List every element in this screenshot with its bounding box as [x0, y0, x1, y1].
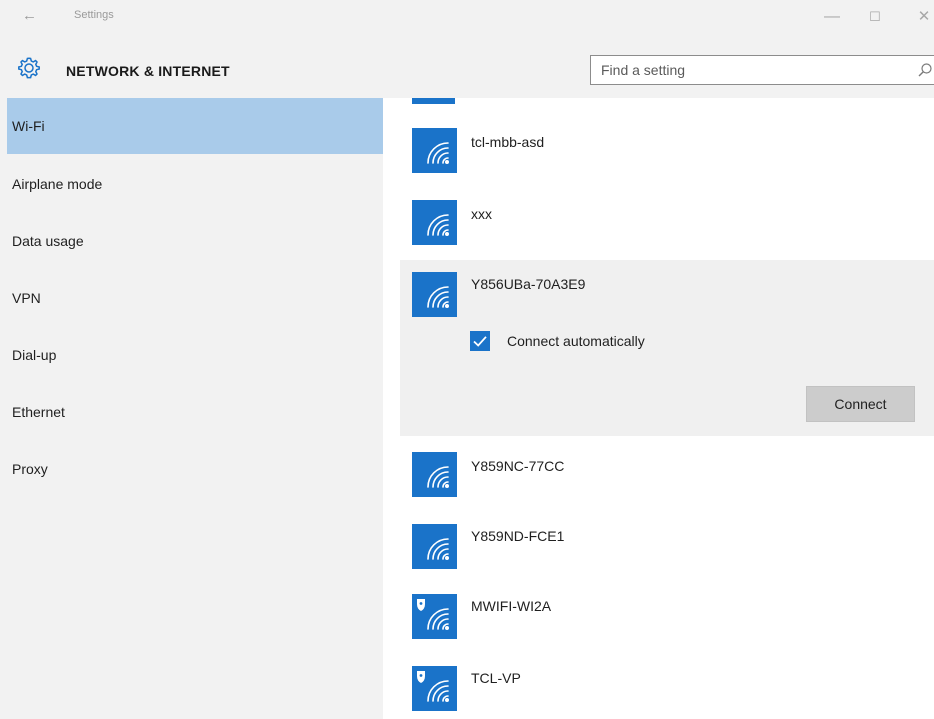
checkmark-icon — [473, 336, 487, 347]
search-icon[interactable] — [917, 62, 933, 78]
connect-automatically-checkbox[interactable] — [470, 331, 490, 351]
network-name: Y856UBa-70A3E9 — [471, 276, 586, 292]
wifi-secured-icon — [412, 666, 457, 711]
wifi-signal-icon — [412, 272, 457, 317]
settings-window: ← Settings — ☐ ✕ NETWORK & INTERNET Wi-F… — [0, 0, 934, 719]
network-name: xxx — [471, 206, 492, 222]
network-name: Y859NC-77CC — [471, 458, 565, 474]
network-item[interactable]: Y859ND-FCE1 — [400, 512, 934, 584]
sidebar-item-proxy[interactable]: Proxy — [7, 441, 383, 497]
connect-button[interactable]: Connect — [806, 386, 915, 422]
back-arrow-icon[interactable]: ← — [22, 7, 37, 25]
minimize-icon[interactable]: — — [818, 5, 846, 29]
page-header: NETWORK & INTERNET — [0, 38, 934, 98]
connect-automatically-label: Connect automatically — [507, 333, 645, 349]
wifi-secured-icon — [412, 594, 457, 639]
close-icon[interactable]: ✕ — [910, 5, 934, 29]
maximize-icon[interactable]: ☐ — [861, 5, 889, 29]
window-title: Settings — [74, 9, 114, 21]
network-name: Y859ND-FCE1 — [471, 528, 565, 544]
network-item[interactable]: TCL-VP — [400, 656, 934, 719]
search-input[interactable] — [591, 56, 901, 84]
network-item[interactable]: tcl-mbb-asd — [400, 114, 934, 186]
wifi-signal-icon — [412, 524, 457, 569]
wifi-icon — [412, 98, 455, 104]
page-title: NETWORK & INTERNET — [66, 63, 230, 79]
network-name: tcl-mbb-asd — [471, 134, 545, 150]
title-bar: ← Settings — ☐ ✕ — [0, 0, 934, 38]
network-name: MWIFI-WI2A — [471, 598, 552, 614]
network-item[interactable]: xxx — [400, 186, 934, 258]
sidebar-item-airplane-mode[interactable]: Airplane mode — [7, 156, 383, 212]
gear-icon — [18, 57, 40, 79]
network-name: TCL-VP — [471, 670, 521, 686]
network-item[interactable]: Y859NC-77CC — [400, 440, 934, 512]
network-item[interactable]: MWIFI-WI2A — [400, 584, 934, 656]
sidebar-item-wifi[interactable]: Wi-Fi — [7, 98, 383, 154]
sidebar-item-ethernet[interactable]: Ethernet — [7, 384, 383, 440]
network-list: tcl-mbb-asd xxx Y856UBa-70A3E9 Connect a… — [383, 98, 934, 719]
wifi-signal-icon — [412, 200, 457, 245]
wifi-signal-icon — [412, 128, 457, 173]
search-box[interactable] — [590, 55, 934, 85]
network-item-expanded[interactable]: Y856UBa-70A3E9 Connect automatically Con… — [400, 260, 934, 436]
connect-automatically-row[interactable]: Connect automatically — [470, 330, 645, 352]
sidebar: Wi-Fi Airplane mode Data usage VPN Dial-… — [7, 98, 383, 719]
sidebar-item-dial-up[interactable]: Dial-up — [7, 327, 383, 383]
sidebar-item-data-usage[interactable]: Data usage — [7, 213, 383, 269]
sidebar-item-vpn[interactable]: VPN — [7, 270, 383, 326]
wifi-signal-icon — [412, 452, 457, 497]
